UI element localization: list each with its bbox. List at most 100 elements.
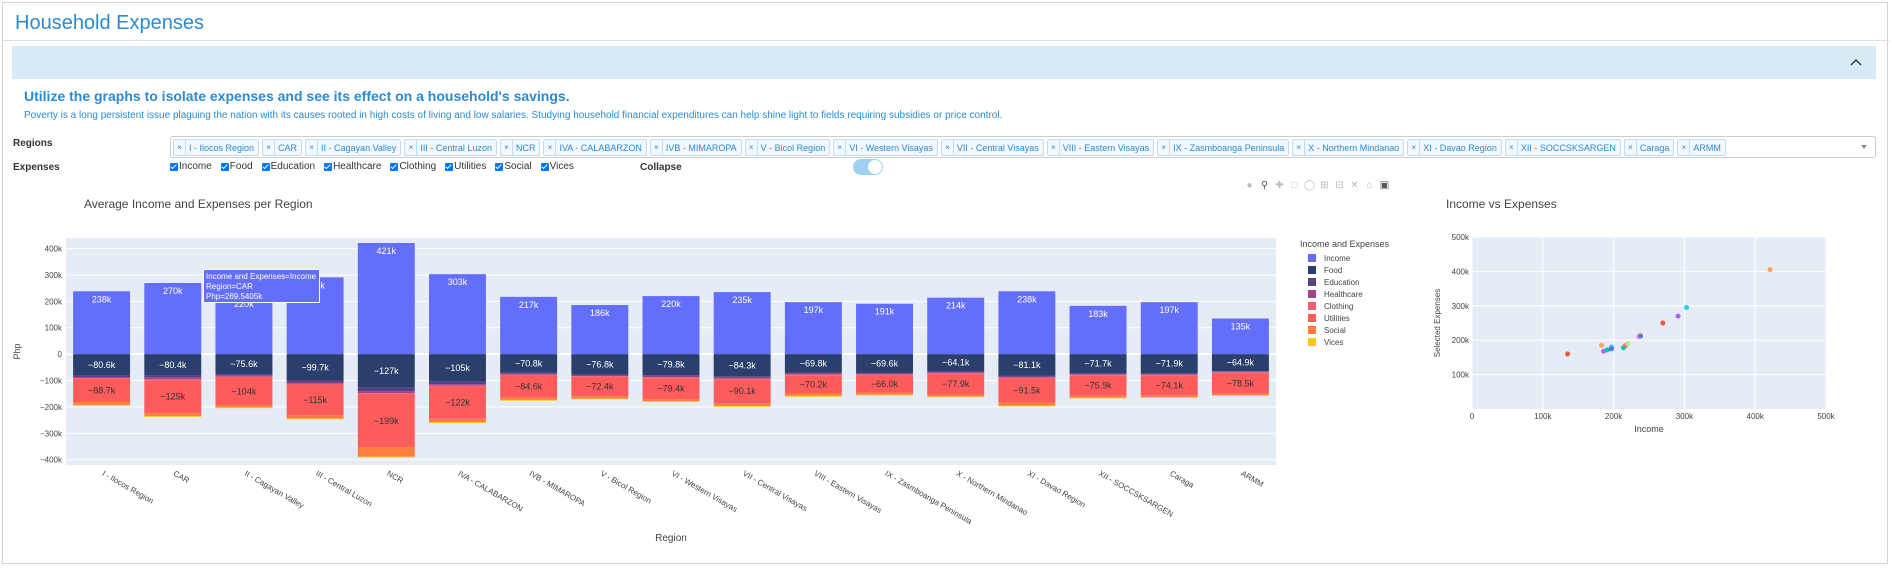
expense-checkbox-utilities[interactable]: Utilities	[445, 161, 486, 172]
region-chip[interactable]: × NCR	[499, 139, 541, 156]
expenses-checklist: Income Food Education Healthcare Clothing Uti…	[170, 161, 574, 172]
expense-checkbox-social[interactable]: Social	[495, 161, 532, 172]
close-icon[interactable]: ×	[501, 140, 513, 155]
close-icon[interactable]: ×	[1678, 140, 1691, 155]
y-tick-label: 500k	[1452, 233, 1470, 242]
scatter-chart[interactable]: 0 100k 200k 300k 400k 500k 100k 200k 300k 400k 500…	[1420, 225, 1860, 450]
close-icon[interactable]: ×	[942, 140, 954, 155]
legend-swatch	[1308, 254, 1316, 262]
close-icon[interactable]: ×	[1158, 140, 1171, 155]
region-chip[interactable]: × XII - SOCCSKSARGEN	[1504, 139, 1621, 156]
x-tick-label: 300k	[1676, 412, 1694, 421]
bar-education	[571, 374, 629, 376]
scatter-point	[1638, 333, 1644, 339]
checkbox-checked-icon[interactable]	[445, 162, 454, 171]
box-select-icon[interactable]: □	[1289, 180, 1300, 191]
region-chip[interactable]: × I - Ilocos Region	[173, 139, 260, 156]
region-chip[interactable]: × III - Central Luzon	[404, 139, 497, 156]
bar-social	[642, 399, 700, 402]
pan-icon[interactable]: ✚	[1274, 180, 1285, 191]
lasso-icon[interactable]: ◯	[1304, 180, 1315, 191]
region-chip[interactable]: × X - Northern Mindanao	[1292, 139, 1405, 156]
close-icon[interactable]: ×	[544, 140, 557, 155]
expense-checkbox-healthcare[interactable]: Healthcare	[324, 161, 381, 172]
expense-checkbox-food[interactable]: Food	[220, 161, 253, 172]
bar-healthcare	[856, 373, 913, 375]
region-chip[interactable]: × V - Bicol Region	[744, 139, 831, 156]
close-icon[interactable]: ×	[1048, 140, 1060, 155]
expense-checkbox-income[interactable]: Income	[170, 161, 212, 172]
checkbox-checked-icon[interactable]	[170, 162, 178, 171]
close-icon[interactable]: ×	[1293, 140, 1306, 155]
bar-education	[286, 380, 344, 383]
bar-healthcare	[1069, 374, 1127, 375]
region-chip[interactable]: × VII - Central Visayas	[940, 139, 1044, 156]
checkbox-checked-icon[interactable]	[324, 162, 333, 171]
scatter-chart-title: Income vs Expenses	[1446, 197, 1557, 211]
expense-checkbox-clothing[interactable]: Clothing	[390, 161, 436, 172]
close-icon[interactable]: ×	[746, 140, 758, 155]
checkbox-checked-icon[interactable]	[540, 162, 549, 171]
x-axis-title: Income	[1634, 424, 1664, 434]
zoom-icon[interactable]: ⚲	[1259, 180, 1270, 191]
close-icon[interactable]: ×	[1625, 140, 1637, 155]
x-tick-label: ARMM	[1239, 469, 1265, 489]
region-chip[interactable]: × IX - Zasmboanga Peninsula	[1157, 139, 1290, 156]
collapse-toggle[interactable]	[853, 159, 883, 175]
region-chip[interactable]: × VI - Western Visayas	[833, 139, 938, 156]
toggle-knob[interactable]	[868, 160, 882, 174]
close-icon[interactable]: ×	[651, 140, 663, 155]
expense-checkbox-education[interactable]: Education	[261, 161, 315, 172]
expense-checkbox-vices[interactable]: Vices	[540, 161, 574, 172]
y-tick-label: 0	[58, 350, 63, 359]
home-icon[interactable]: ⌂	[1364, 180, 1375, 191]
bar-healthcare	[1140, 374, 1198, 375]
checkbox-checked-icon[interactable]	[220, 162, 229, 171]
close-icon[interactable]: ×	[1408, 140, 1421, 155]
checkbox-checked-icon[interactable]	[390, 162, 399, 171]
close-icon[interactable]: ×	[174, 140, 186, 155]
data-label: 214k	[946, 301, 966, 311]
close-icon[interactable]: ×	[263, 140, 276, 155]
bar-education	[1211, 371, 1269, 372]
region-chip[interactable]: × IVB - MIMAROPA	[649, 139, 742, 156]
region-chip[interactable]: × IVA - CALABARZON	[543, 139, 647, 156]
chevron-up-icon[interactable]	[1848, 54, 1864, 70]
dropdown-arrow-icon[interactable]	[1861, 145, 1867, 149]
y-tick-label: −100k	[40, 377, 63, 386]
region-chip[interactable]: × CAR	[262, 139, 303, 156]
region-chip[interactable]: × XI - Davao Region	[1407, 139, 1502, 156]
close-icon[interactable]: ×	[405, 140, 418, 155]
region-chip[interactable]: × VIII - Eastern Visayas	[1046, 139, 1155, 156]
collapse-panel-header[interactable]	[12, 46, 1876, 79]
region-chip[interactable]: × ARMM	[1677, 139, 1726, 156]
bar-education	[144, 375, 202, 378]
data-label: 220k	[661, 299, 681, 309]
checkbox-checked-icon[interactable]	[495, 162, 504, 171]
plotly-logo-icon[interactable]: ▣	[1379, 180, 1390, 191]
bar-healthcare	[500, 373, 558, 375]
bar-clothing	[286, 383, 344, 385]
data-label: −64.1k	[942, 358, 970, 368]
close-icon[interactable]: ×	[1506, 140, 1518, 155]
bar-healthcare	[215, 375, 273, 377]
data-label: −75.9k	[1084, 381, 1112, 391]
regions-multiselect[interactable]: × I - Ilocos Region × CAR × II - Cagayan Vall…	[170, 136, 1876, 158]
expenses-label: Expenses	[13, 162, 60, 173]
bar-social	[500, 397, 558, 400]
close-icon[interactable]: ×	[834, 140, 847, 155]
camera-icon[interactable]: ●	[1244, 180, 1255, 191]
close-icon[interactable]: ×	[306, 140, 319, 155]
data-label: −70.8k	[515, 358, 543, 368]
zoom-out-icon[interactable]: ⊟	[1334, 180, 1345, 191]
x-tick-label: IVB - MIMAROPA	[528, 469, 588, 509]
data-label: 191k	[875, 307, 895, 317]
checkbox-checked-icon[interactable]	[261, 162, 270, 171]
data-label: −64.9k	[1227, 358, 1255, 368]
zoom-in-icon[interactable]: ⊞	[1319, 180, 1330, 191]
region-chip[interactable]: × II - Cagayan Valley	[305, 139, 402, 156]
autoscale-icon[interactable]: ✕	[1349, 180, 1360, 191]
y-tick-label: 300k	[45, 271, 63, 280]
data-label: −76.8k	[586, 359, 614, 369]
region-chip[interactable]: × Caraga	[1623, 139, 1675, 156]
